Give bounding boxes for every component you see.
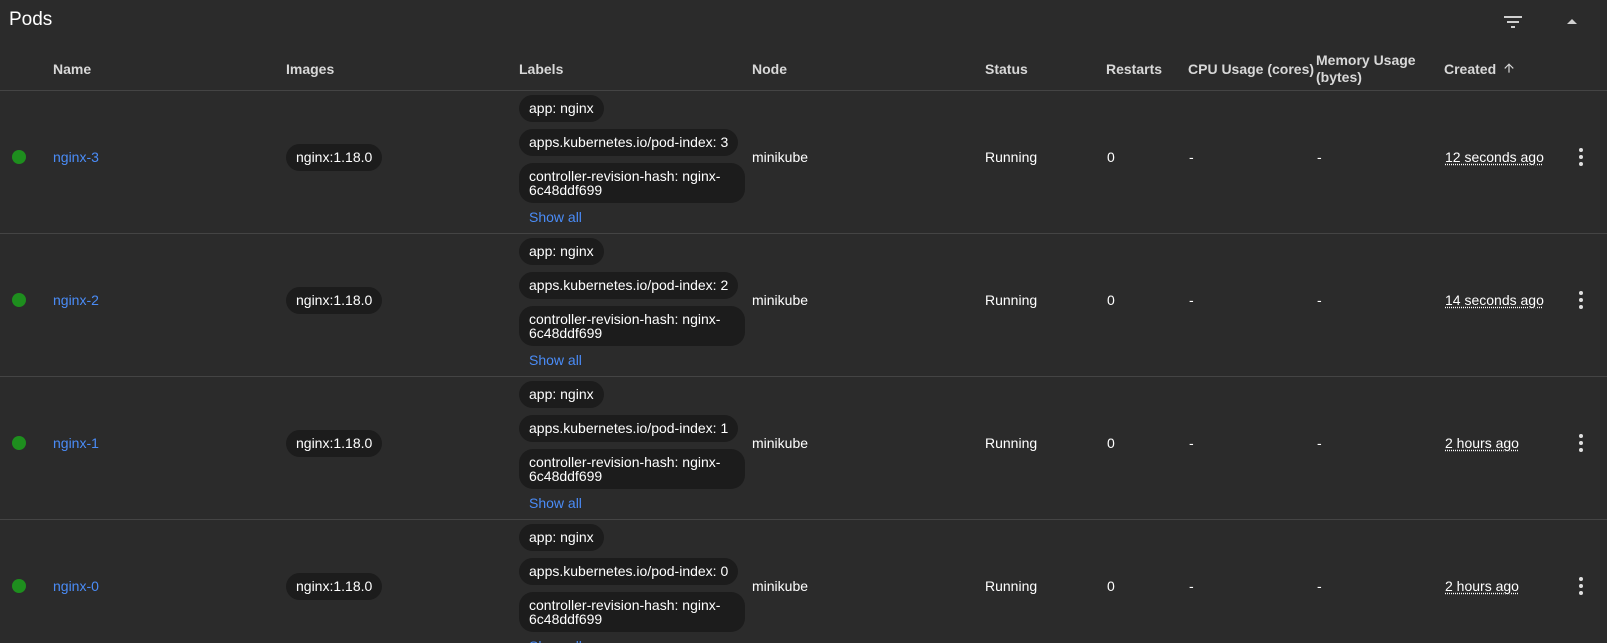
more-vert-icon[interactable] bbox=[1569, 288, 1593, 312]
memory-usage: - bbox=[1317, 292, 1322, 308]
column-header-labels: Labels bbox=[519, 61, 564, 77]
more-vert-icon[interactable] bbox=[1569, 431, 1593, 455]
memory-usage: - bbox=[1317, 149, 1322, 165]
pod-name-link[interactable]: nginx-0 bbox=[53, 578, 99, 595]
created-time[interactable]: 2 hours ago bbox=[1445, 578, 1519, 595]
arrow-drop-up-icon[interactable] bbox=[1560, 10, 1584, 34]
label-chip: controller-revision-hash: nginx-6c48ddf6… bbox=[519, 592, 745, 632]
status-indicator bbox=[12, 293, 26, 307]
status-indicator bbox=[12, 436, 26, 450]
label-chip: apps.kubernetes.io/pod-index: 0 bbox=[519, 558, 739, 585]
label-chip: controller-revision-hash: nginx-6c48ddf6… bbox=[519, 163, 745, 203]
label-chip: controller-revision-hash: nginx-6c48ddf6… bbox=[519, 449, 745, 489]
status-text: Running bbox=[985, 149, 1038, 165]
column-header-created[interactable]: Created bbox=[1444, 61, 1516, 79]
label-chip: apps.kubernetes.io/pod-index: 1 bbox=[519, 415, 739, 442]
node-name: minikube bbox=[752, 578, 809, 594]
cpu-usage: - bbox=[1189, 578, 1194, 594]
pod-name-link[interactable]: nginx-2 bbox=[53, 292, 99, 309]
status-text: Running bbox=[985, 435, 1038, 451]
table-row: nginx-1 nginx:1.18.0 app: nginx apps.kubern… bbox=[0, 377, 1607, 520]
more-vert-icon[interactable] bbox=[1569, 145, 1593, 169]
column-header-memory-line2: (bytes) bbox=[1316, 69, 1362, 85]
node-name: minikube bbox=[752, 149, 809, 165]
memory-usage: - bbox=[1317, 578, 1322, 594]
node-name: minikube bbox=[752, 292, 809, 308]
label-chip: apps.kubernetes.io/pod-index: 2 bbox=[519, 272, 739, 299]
label-chip: apps.kubernetes.io/pod-index: 3 bbox=[519, 129, 739, 156]
image-chip: nginx:1.18.0 bbox=[286, 144, 383, 171]
restarts-count: 0 bbox=[1107, 292, 1115, 308]
arrow-upward-icon bbox=[1502, 61, 1516, 79]
cpu-usage: - bbox=[1189, 435, 1194, 451]
pod-name-link[interactable]: nginx-3 bbox=[53, 149, 99, 166]
pod-name-link[interactable]: nginx-1 bbox=[53, 435, 99, 452]
column-header-status[interactable]: Status bbox=[985, 61, 1028, 78]
status-indicator bbox=[12, 150, 26, 164]
table-header: Name Images Labels Node Status Restarts … bbox=[0, 42, 1607, 91]
card-title: Pods bbox=[9, 9, 53, 30]
show-all-labels-link[interactable]: Show all bbox=[529, 495, 582, 512]
card-header: Pods bbox=[0, 0, 1607, 42]
filter-list-icon[interactable] bbox=[1501, 10, 1525, 34]
status-text: Running bbox=[985, 578, 1038, 594]
column-header-restarts: Restarts bbox=[1106, 61, 1163, 77]
cpu-usage: - bbox=[1189, 292, 1194, 308]
table-row: nginx-0 nginx:1.18.0 app: nginx apps.kubern… bbox=[0, 520, 1607, 643]
show-all-labels-link[interactable]: Show all bbox=[529, 352, 582, 369]
created-time[interactable]: 12 seconds ago bbox=[1445, 149, 1544, 166]
node-name: minikube bbox=[752, 435, 809, 451]
created-time[interactable]: 14 seconds ago bbox=[1445, 292, 1544, 309]
column-header-memory: Memory Usage (bytes) bbox=[1316, 52, 1416, 86]
image-chip: nginx:1.18.0 bbox=[286, 287, 383, 314]
column-header-cpu: CPU Usage (cores) bbox=[1188, 61, 1315, 77]
label-chip: app: nginx bbox=[519, 95, 604, 122]
column-header-node[interactable]: Node bbox=[752, 61, 787, 78]
status-text: Running bbox=[985, 292, 1038, 308]
pods-card: Pods Name Images Labels Node Status Rest… bbox=[0, 0, 1607, 643]
column-header-created-label: Created bbox=[1444, 61, 1497, 77]
image-chip: nginx:1.18.0 bbox=[286, 430, 383, 457]
status-indicator bbox=[12, 579, 26, 593]
column-header-memory-line1: Memory Usage bbox=[1316, 52, 1416, 68]
restarts-count: 0 bbox=[1107, 578, 1115, 594]
column-header-name[interactable]: Name bbox=[53, 61, 91, 78]
table-row: nginx-2 nginx:1.18.0 app: nginx apps.kubern… bbox=[0, 234, 1607, 377]
label-chip: controller-revision-hash: nginx-6c48ddf6… bbox=[519, 306, 745, 346]
memory-usage: - bbox=[1317, 435, 1322, 451]
show-all-labels-link[interactable]: Show all bbox=[529, 209, 582, 226]
show-all-labels-link[interactable]: Show all bbox=[529, 638, 582, 643]
cpu-usage: - bbox=[1189, 149, 1194, 165]
label-chip: app: nginx bbox=[519, 238, 604, 265]
created-time[interactable]: 2 hours ago bbox=[1445, 435, 1519, 452]
restarts-count: 0 bbox=[1107, 149, 1115, 165]
label-chip: app: nginx bbox=[519, 524, 604, 551]
image-chip: nginx:1.18.0 bbox=[286, 573, 383, 600]
more-vert-icon[interactable] bbox=[1569, 574, 1593, 598]
column-header-images: Images bbox=[286, 61, 335, 77]
restarts-count: 0 bbox=[1107, 435, 1115, 451]
table-row: nginx-3 nginx:1.18.0 app: nginx apps.kubern… bbox=[0, 91, 1607, 234]
label-chip: app: nginx bbox=[519, 381, 604, 408]
